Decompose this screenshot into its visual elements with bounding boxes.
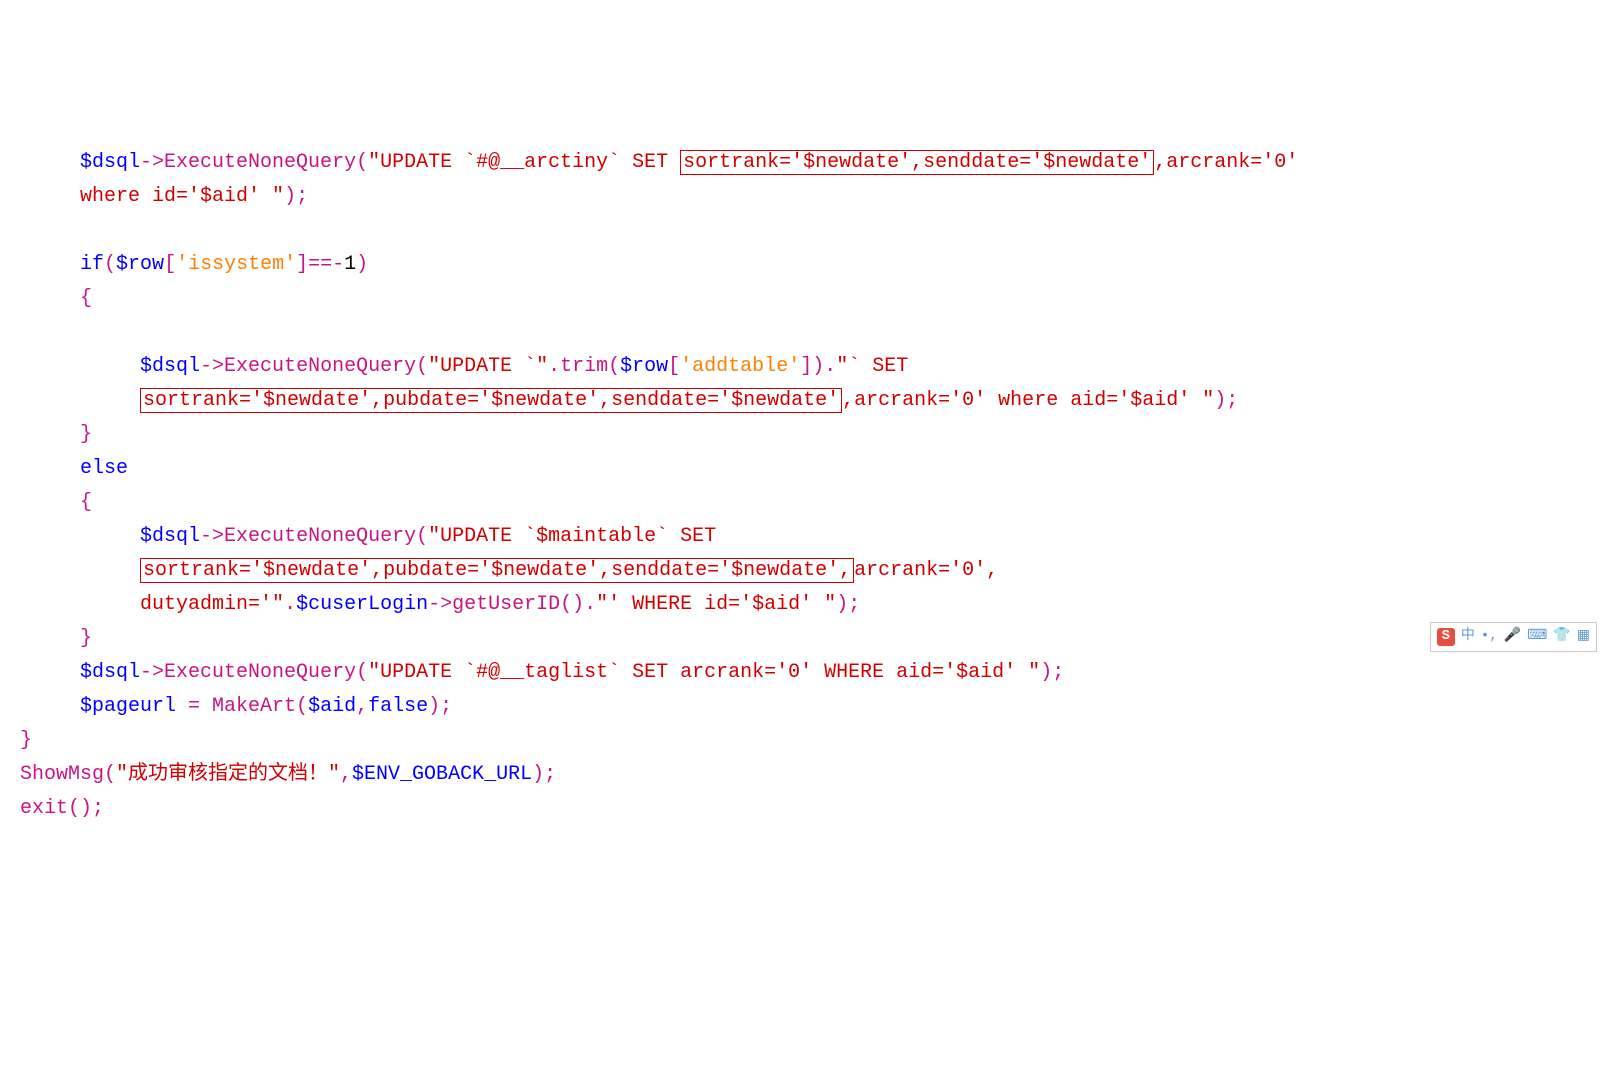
brace: { xyxy=(80,491,92,514)
var: $dsql xyxy=(80,151,140,174)
string: "UPDATE `#@__arctiny` SET xyxy=(368,151,680,174)
string: where id='$aid' " xyxy=(80,185,284,208)
punct-icon[interactable]: •, xyxy=(1481,625,1498,649)
lang-indicator[interactable]: 中 xyxy=(1461,625,1475,649)
ime-status-bar[interactable]: S 中 •, 🎤 ⌨ 👕 ▦ xyxy=(1430,622,1597,652)
code: ); xyxy=(284,185,308,208)
highlight-box: sortrank='$newdate',senddate='$newdate' xyxy=(680,150,1154,175)
var: $dsql xyxy=(140,355,200,378)
highlight-box: sortrank='$newdate',pubdate='$newdate',s… xyxy=(140,388,842,413)
brace: { xyxy=(80,287,92,310)
func: ShowMsg( xyxy=(20,763,116,786)
keyboard-icon[interactable]: ⌨ xyxy=(1527,625,1547,649)
code: ->ExecuteNoneQuery( xyxy=(140,151,368,174)
code-block: $dsql->ExecuteNoneQuery("UPDATE `#@__arc… xyxy=(20,146,1582,826)
brace: } xyxy=(80,627,92,650)
string: ,arcrank='0' xyxy=(1154,151,1310,174)
var: $pageurl xyxy=(80,695,176,718)
skin-icon[interactable]: 👕 xyxy=(1553,625,1570,649)
brace: } xyxy=(20,729,32,752)
mic-icon[interactable]: 🎤 xyxy=(1504,625,1521,649)
keyword: if xyxy=(80,253,104,276)
brace: } xyxy=(80,423,92,446)
func: exit(); xyxy=(20,797,104,820)
var: $dsql xyxy=(140,525,200,548)
var: $dsql xyxy=(80,661,140,684)
sogou-logo-icon: S xyxy=(1437,628,1455,646)
grid-icon[interactable]: ▦ xyxy=(1577,625,1590,649)
highlight-box: sortrank='$newdate',pubdate='$newdate',s… xyxy=(140,558,854,583)
keyword: else xyxy=(80,457,128,480)
